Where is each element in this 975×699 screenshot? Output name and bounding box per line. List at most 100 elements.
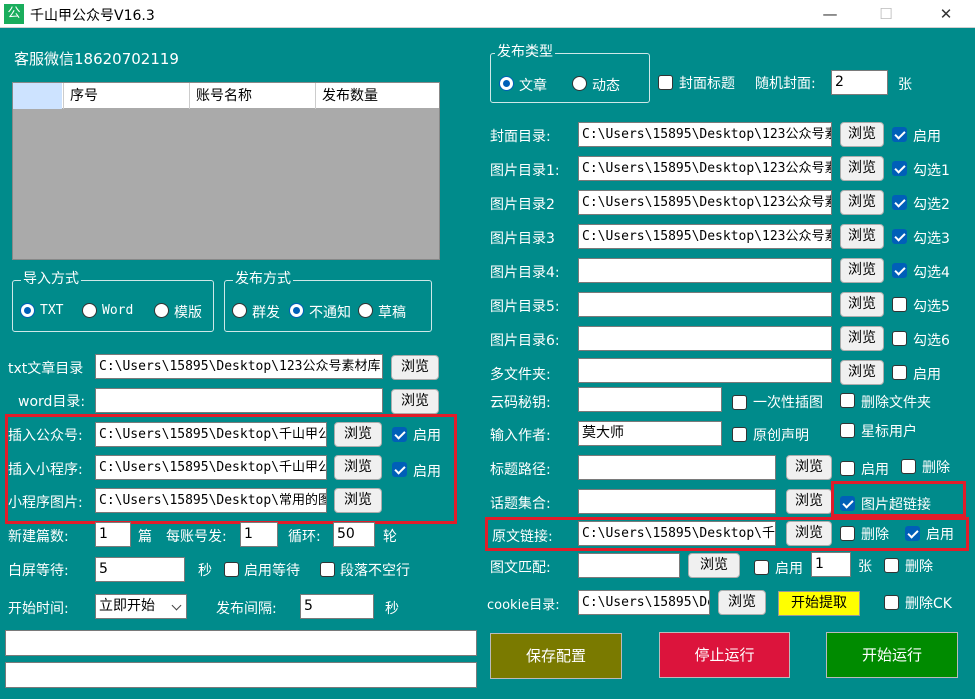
white-wait-input[interactable]: 5 (95, 557, 185, 582)
miniprogram-image-browse-button[interactable]: 浏览 (334, 488, 382, 513)
title-path-delete-label: 删除 (922, 460, 950, 476)
image-dir-5-browse-button[interactable]: 浏览 (840, 292, 884, 317)
close-button[interactable]: ✕ (926, 2, 966, 26)
insert-miniprogram-browse-button[interactable]: 浏览 (334, 455, 382, 480)
image-dir-2-input[interactable]: C:\Users\15895\Desktop\123公众号素材 (578, 190, 832, 215)
new-count-input[interactable]: 1 (95, 522, 131, 547)
radio-template-label: 模版 (174, 305, 202, 321)
radio-txt[interactable] (20, 303, 35, 318)
delete-ck-checkbox[interactable] (884, 595, 899, 610)
insert-account-input[interactable]: C:\Users\15895\Desktop\千山甲公众号 (95, 422, 327, 447)
radio-article[interactable] (499, 76, 514, 91)
multi-folder-input[interactable] (578, 358, 832, 383)
insert-miniprogram-enable-checkbox[interactable] (392, 462, 407, 477)
minimize-button[interactable]: — (810, 2, 850, 26)
image-match-enable-checkbox[interactable] (754, 560, 769, 575)
image-hyperlink-label: 图片超链接 (861, 497, 931, 513)
maximize-button[interactable]: ☐ (866, 2, 906, 26)
image-dir-4-checkbox[interactable] (892, 263, 907, 278)
start-extract-button[interactable]: 开始提取 (778, 591, 860, 616)
title-path-enable-checkbox[interactable] (840, 461, 855, 476)
enable-wait-checkbox[interactable] (224, 562, 239, 577)
table-corner[interactable] (13, 83, 62, 109)
topic-browse-button[interactable]: 浏览 (786, 489, 832, 514)
no-blank-lines-checkbox[interactable] (320, 562, 335, 577)
image-dir-3-checkbox[interactable] (892, 229, 907, 244)
image-dir-5-checkbox[interactable] (892, 297, 907, 312)
image-dir-3-input[interactable]: C:\Users\15895\Desktop\123公众号素材 (578, 224, 832, 249)
image-match-input[interactable] (578, 553, 680, 578)
account-table[interactable]: 序号 账号名称 发布数量 (12, 82, 440, 260)
star-user-checkbox[interactable] (840, 423, 855, 438)
image-dir-4-browse-button[interactable]: 浏览 (840, 258, 884, 283)
miniprogram-image-input[interactable]: C:\Users\15895\Desktop\常用的图片 (95, 488, 327, 513)
image-match-count-input[interactable]: 1 (811, 552, 851, 577)
image-dir-6-input[interactable] (578, 326, 832, 351)
insert-account-enable-checkbox[interactable] (392, 427, 407, 442)
origin-link-browse-button[interactable]: 浏览 (786, 521, 832, 546)
column-header-count[interactable]: 发布数量 (315, 83, 439, 109)
image-hyperlink-checkbox[interactable] (840, 496, 855, 511)
start-run-button[interactable]: 开始运行 (826, 632, 958, 678)
txt-dir-browse-button[interactable]: 浏览 (391, 355, 439, 380)
insert-account-browse-button[interactable]: 浏览 (334, 422, 382, 447)
radio-draft[interactable] (358, 303, 373, 318)
image-dir-6-checkbox[interactable] (892, 331, 907, 346)
image-dir-5-input[interactable] (578, 292, 832, 317)
radio-no-notify[interactable] (289, 303, 304, 318)
image-dir-1-input[interactable]: C:\Users\15895\Desktop\123公众号素材 (578, 156, 832, 181)
image-dir-6-browse-button[interactable]: 浏览 (840, 326, 884, 351)
radio-word[interactable] (82, 303, 97, 318)
multi-folder-browse-button[interactable]: 浏览 (840, 360, 884, 385)
origin-link-delete-checkbox[interactable] (840, 526, 855, 541)
cover-dir-checkbox[interactable] (892, 127, 907, 142)
loop-input[interactable]: 50 (333, 522, 375, 547)
cover-dir-browse-button[interactable]: 浏览 (840, 122, 884, 147)
image-dir-2-browse-button[interactable]: 浏览 (840, 190, 884, 215)
random-cover-input[interactable]: 2 (831, 70, 888, 95)
original-checkbox[interactable] (732, 427, 747, 442)
start-time-select[interactable]: 立即开始 (95, 594, 187, 619)
cloud-key-label: 云码秘钥: (490, 395, 551, 411)
image-dir-1-checkbox[interactable] (892, 161, 907, 176)
txt-dir-input[interactable]: C:\Users\15895\Desktop\123公众号素材库 (95, 354, 383, 379)
origin-link-enable-checkbox[interactable] (905, 526, 920, 541)
radio-template[interactable] (154, 303, 169, 318)
cookie-dir-browse-button[interactable]: 浏览 (718, 590, 766, 615)
delete-folder-checkbox[interactable] (840, 393, 855, 408)
origin-link-input[interactable]: C:\Users\15895\Desktop\千山甲 (578, 521, 776, 546)
stop-run-button[interactable]: 停止运行 (659, 632, 790, 678)
column-header-account[interactable]: 账号名称 (189, 83, 315, 109)
radio-mass-send[interactable] (232, 303, 247, 318)
column-header-index[interactable]: 序号 (63, 83, 189, 109)
save-config-button[interactable]: 保存配置 (490, 633, 622, 679)
white-wait-unit: 秒 (198, 563, 212, 579)
word-dir-browse-button[interactable]: 浏览 (391, 389, 439, 414)
image-match-browse-button[interactable]: 浏览 (688, 553, 740, 578)
image-dir-5-label: 图片目录5: (490, 299, 560, 315)
cloud-key-input[interactable] (578, 387, 722, 412)
log-output-2[interactable] (5, 662, 477, 688)
image-dir-2-checkbox[interactable] (892, 195, 907, 210)
image-dir-4-input[interactable] (578, 258, 832, 283)
interval-input[interactable]: 5 (300, 594, 374, 619)
multi-folder-checkbox[interactable] (892, 365, 907, 380)
log-output-1[interactable] (5, 630, 477, 656)
radio-dynamic[interactable] (572, 76, 587, 91)
title-path-delete-checkbox[interactable] (901, 459, 916, 474)
cover-title-checkbox[interactable] (658, 75, 673, 90)
title-path-input[interactable] (578, 455, 776, 480)
author-input[interactable]: 莫大师 (578, 421, 722, 446)
insert-account-label: 插入公众号: (8, 428, 83, 444)
title-path-browse-button[interactable]: 浏览 (786, 455, 832, 480)
image-dir-3-browse-button[interactable]: 浏览 (840, 224, 884, 249)
image-dir-1-browse-button[interactable]: 浏览 (840, 156, 884, 181)
cookie-dir-input[interactable]: C:\Users\15895\Desktop\ (578, 590, 710, 615)
cover-dir-input[interactable]: C:\Users\15895\Desktop\123公众号素材 (578, 122, 832, 147)
image-match-delete-checkbox[interactable] (884, 558, 899, 573)
insert-miniprogram-input[interactable]: C:\Users\15895\Desktop\千山甲公众号 (95, 455, 327, 480)
insert-once-checkbox[interactable] (732, 395, 747, 410)
per-account-input[interactable]: 1 (240, 522, 278, 547)
topic-input[interactable] (578, 489, 776, 514)
word-dir-input[interactable] (95, 388, 383, 413)
